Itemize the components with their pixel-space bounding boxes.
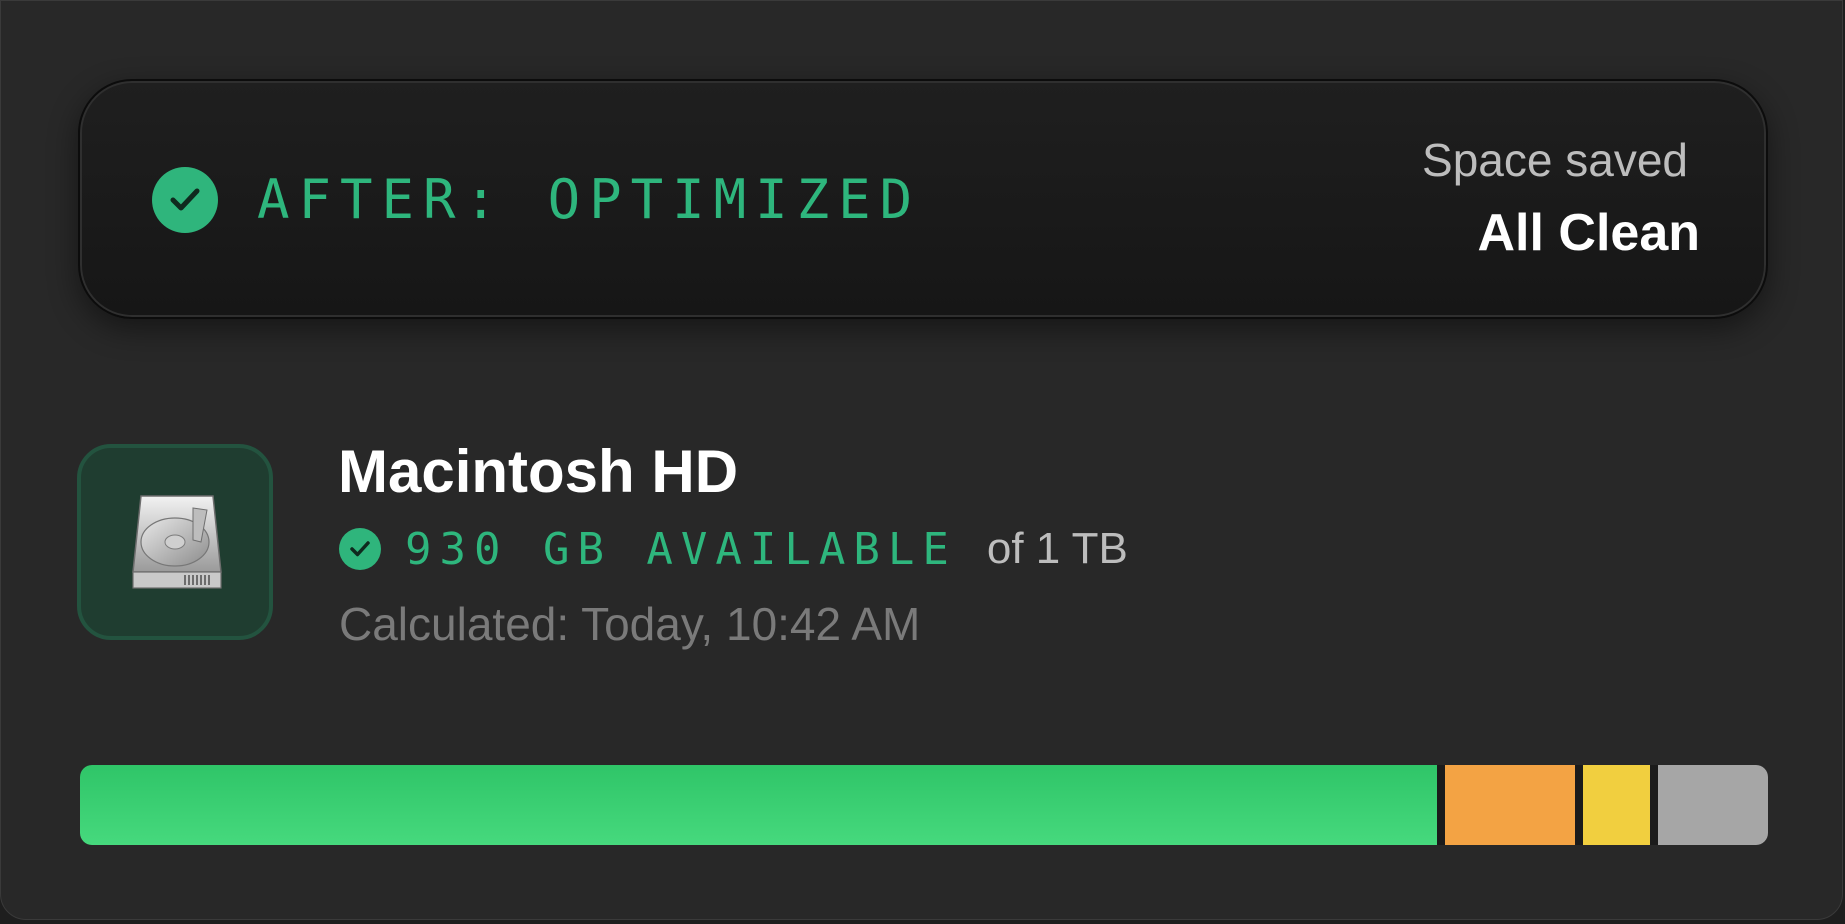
available-space-row: 930 GB AVAILABLE of 1 TB — [339, 521, 1128, 577]
space-saved-label: Space saved — [1422, 134, 1688, 186]
storage-panel: AFTER: OPTIMIZED Space saved All Clean M… — [0, 0, 1843, 920]
check-circle-icon — [152, 167, 218, 233]
total-capacity: of 1 TB — [986, 524, 1128, 573]
storage-segment-gray — [1658, 765, 1768, 845]
status-title: AFTER: OPTIMIZED — [257, 168, 922, 231]
disk-icon-container — [77, 444, 273, 640]
storage-bar-divider — [1650, 765, 1658, 845]
optimization-status-card: AFTER: OPTIMIZED Space saved All Clean — [78, 79, 1768, 319]
storage-segment-available — [80, 765, 1437, 845]
space-saved-value: All Clean — [1477, 204, 1701, 262]
storage-bar-divider — [1437, 765, 1445, 845]
storage-segment-orange — [1445, 765, 1575, 845]
disk-name: Macintosh HD — [338, 438, 739, 505]
storage-bar-divider — [1575, 765, 1583, 845]
hard-drive-icon — [132, 495, 222, 589]
check-circle-icon — [339, 528, 381, 570]
available-space: 930 GB AVAILABLE — [405, 523, 957, 575]
storage-segment-yellow — [1583, 765, 1650, 845]
calculated-timestamp: Calculated: Today, 10:42 AM — [339, 598, 921, 650]
storage-usage-bar — [80, 765, 1768, 845]
